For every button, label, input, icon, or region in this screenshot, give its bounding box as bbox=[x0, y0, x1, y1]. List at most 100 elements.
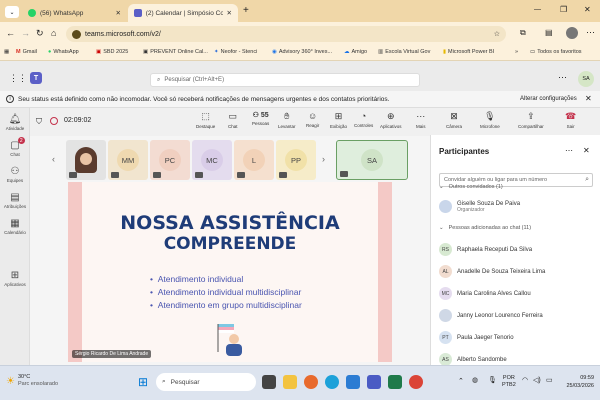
url-input[interactable]: teams.microsoft.com/v2/ ☆ bbox=[66, 26, 506, 42]
bookmark-powerbi[interactable]: ▮ Microsoft Power BI bbox=[443, 49, 494, 55]
bookmark-sbd[interactable]: ▣ SBD 2025 bbox=[96, 49, 128, 55]
raise-hand-button[interactable]: ✋︎ Levantar bbox=[278, 111, 296, 129]
neofor-icon: ✦ bbox=[214, 49, 219, 55]
video-tile[interactable]: PC bbox=[150, 140, 190, 180]
video-tile[interactable]: PP bbox=[276, 140, 316, 180]
bookmark-neofor[interactable]: ✦ Neofor - Stenci bbox=[214, 49, 257, 55]
menu-icon[interactable]: ⋯ bbox=[586, 27, 595, 38]
camera-button[interactable]: ⊠ Câmera bbox=[446, 111, 462, 129]
bookmark-gmail[interactable]: M Gmail bbox=[16, 49, 37, 55]
rail-assignments[interactable]: ▤ Atribuições bbox=[0, 192, 30, 209]
chrome-icon[interactable] bbox=[409, 375, 423, 389]
reload-icon[interactable]: ↻ bbox=[36, 28, 44, 39]
rail-teams[interactable]: ⚇ Equipes bbox=[0, 166, 30, 183]
excel-icon[interactable] bbox=[388, 375, 402, 389]
folder-icon: ▭ bbox=[530, 49, 536, 55]
react-button[interactable]: ☺ Reagir bbox=[306, 111, 319, 128]
chat-button[interactable]: ▭ Chat bbox=[228, 111, 238, 129]
self-video-tile[interactable]: SA bbox=[336, 140, 408, 180]
tab-actions-icon[interactable]: ⌄ bbox=[5, 6, 19, 18]
wifi-icon[interactable]: ◠ bbox=[522, 376, 528, 384]
back-icon[interactable]: ← bbox=[6, 28, 15, 38]
bookmark-escola[interactable]: ▥ Escola Virtual Gov bbox=[378, 49, 430, 55]
spotlight-button[interactable]: ⬚ Destaque bbox=[196, 111, 215, 129]
participant-row[interactable]: PT Paula Jaeger Tenorio bbox=[439, 331, 514, 344]
more-button[interactable]: ⋯ Mais bbox=[416, 111, 426, 129]
avatar: PT bbox=[439, 331, 452, 344]
rail-calendar[interactable]: ▦ Calendário bbox=[0, 218, 30, 235]
people-button[interactable]: ⚇ 55 Pessoas bbox=[252, 111, 269, 126]
task-view-icon[interactable] bbox=[262, 375, 276, 389]
chevron-up-icon[interactable]: ⌃ bbox=[458, 377, 464, 385]
mic-icon[interactable]: 🎙︎ bbox=[488, 376, 497, 384]
weather-widget[interactable]: ☀ 30°C Parc ensolarado bbox=[6, 374, 58, 388]
chevron-left-icon[interactable]: ‹ bbox=[52, 154, 55, 164]
bookmark-prevent[interactable]: ▣ PREVENT Online Cal... bbox=[143, 49, 208, 55]
app-launcher-icon[interactable]: ⋮⋮ bbox=[9, 73, 27, 84]
file-explorer-icon[interactable] bbox=[283, 375, 297, 389]
more-options-icon[interactable]: ⋯ bbox=[565, 146, 573, 155]
rail-activity[interactable]: 🔔︎ Atividade bbox=[0, 114, 30, 131]
mic-off-icon: 🎙︎ bbox=[484, 111, 496, 121]
video-tile[interactable]: L bbox=[234, 140, 274, 180]
minimize-button[interactable]: — bbox=[534, 6, 541, 13]
participant-row[interactable]: AL Anadelle De Souza Teixeira Lima bbox=[439, 265, 545, 278]
tab-whatsapp[interactable]: (56) WhatsApp ✕ bbox=[22, 4, 127, 22]
restore-button[interactable]: ❐ bbox=[560, 5, 567, 14]
chevron-right-icon[interactable]: › bbox=[322, 154, 325, 164]
forward-icon[interactable]: → bbox=[21, 28, 30, 38]
close-icon[interactable]: ✕ bbox=[583, 146, 590, 155]
controls-button[interactable]: ◔ Controles bbox=[354, 111, 373, 128]
section-header[interactable]: ⌄ Pessoas adicionadas ao chat (11) bbox=[439, 225, 531, 231]
participant-row[interactable]: MC Maria Carolina Alves Callou bbox=[439, 287, 531, 300]
apps-icon[interactable]: ▦ bbox=[4, 49, 9, 55]
apps-button[interactable]: ⊕ Aplicativos bbox=[380, 111, 402, 129]
copilot-icon[interactable] bbox=[304, 375, 318, 389]
close-icon[interactable]: ✕ bbox=[585, 94, 592, 103]
language-indicator[interactable]: POR PTB2 bbox=[502, 375, 516, 389]
star-icon[interactable]: ☆ bbox=[494, 30, 500, 38]
tab-teams[interactable]: (2) Calendar | Simpósio Con ✕ bbox=[128, 4, 238, 22]
taskbar-search[interactable]: ⌕ Pesquisar bbox=[156, 373, 256, 391]
new-tab-button[interactable]: + bbox=[243, 5, 249, 16]
all-favorites[interactable]: ▭ Todos os favoritos bbox=[530, 49, 582, 55]
close-window-button[interactable]: ✕ bbox=[584, 5, 591, 14]
more-options-icon[interactable]: ⋯ bbox=[558, 72, 567, 83]
rail-chat[interactable]: ▢ 2 Chat bbox=[0, 137, 30, 157]
close-icon[interactable]: ✕ bbox=[116, 9, 121, 17]
section-header[interactable]: ⌄ Outros convidados (1) bbox=[439, 184, 503, 190]
windows-start-icon[interactable]: ⊞ bbox=[138, 375, 148, 389]
video-tile[interactable]: MM bbox=[108, 140, 148, 180]
edge-icon[interactable] bbox=[325, 375, 339, 389]
participant-row[interactable]: RS Raphaela Receputi Da Silva bbox=[439, 243, 532, 256]
outlook-icon[interactable] bbox=[346, 375, 360, 389]
extensions-icon[interactable]: ⧉ bbox=[520, 28, 526, 38]
battery-icon[interactable]: ▭ bbox=[546, 376, 553, 384]
more-bookmarks-icon[interactable]: » bbox=[515, 49, 518, 55]
meet-icon[interactable]: ◍ bbox=[472, 376, 478, 384]
bookmark-whatsapp[interactable]: ● WhatsApp bbox=[48, 49, 79, 55]
home-icon[interactable]: ⌂ bbox=[51, 28, 56, 38]
bookmark-amigo[interactable]: ☁ Amigo bbox=[344, 49, 367, 55]
participant-row[interactable]: Janny Leonor Lourenco Ferreira bbox=[439, 309, 543, 322]
share-button[interactable]: ⇪ Compartilhar bbox=[518, 111, 544, 129]
clock[interactable]: 09:59 25/03/2026 bbox=[558, 374, 594, 390]
view-button[interactable]: ⊞ Exibição bbox=[330, 111, 347, 129]
video-tile[interactable] bbox=[66, 140, 106, 180]
profile-avatar[interactable]: SA bbox=[578, 71, 594, 87]
profile-avatar[interactable] bbox=[566, 27, 578, 39]
search-input[interactable]: ⌕ Pesquisar (Ctrl+Alt+E) bbox=[150, 73, 420, 87]
collections-icon[interactable]: ▤ bbox=[545, 28, 553, 37]
bookmark-advisory[interactable]: ◉ Advisory 360° Inves... bbox=[272, 49, 332, 55]
store-icon[interactable] bbox=[367, 375, 381, 389]
video-tile[interactable]: MC bbox=[192, 140, 232, 180]
close-icon[interactable]: ✕ bbox=[227, 9, 232, 17]
microphone-button[interactable]: 🎙︎ Microfone bbox=[480, 111, 500, 129]
site-info-icon[interactable] bbox=[72, 29, 81, 39]
rail-apps[interactable]: ⊞ Aplicativos bbox=[0, 270, 30, 287]
volume-icon[interactable]: ◁) bbox=[533, 376, 541, 384]
change-settings-link[interactable]: Alterar configurações bbox=[520, 96, 577, 102]
leave-button[interactable]: ☎︎ Sair bbox=[565, 111, 576, 129]
avatar: MC bbox=[439, 287, 452, 300]
participant-row[interactable]: Giselle Souza De Paiva Organizador bbox=[439, 200, 520, 213]
